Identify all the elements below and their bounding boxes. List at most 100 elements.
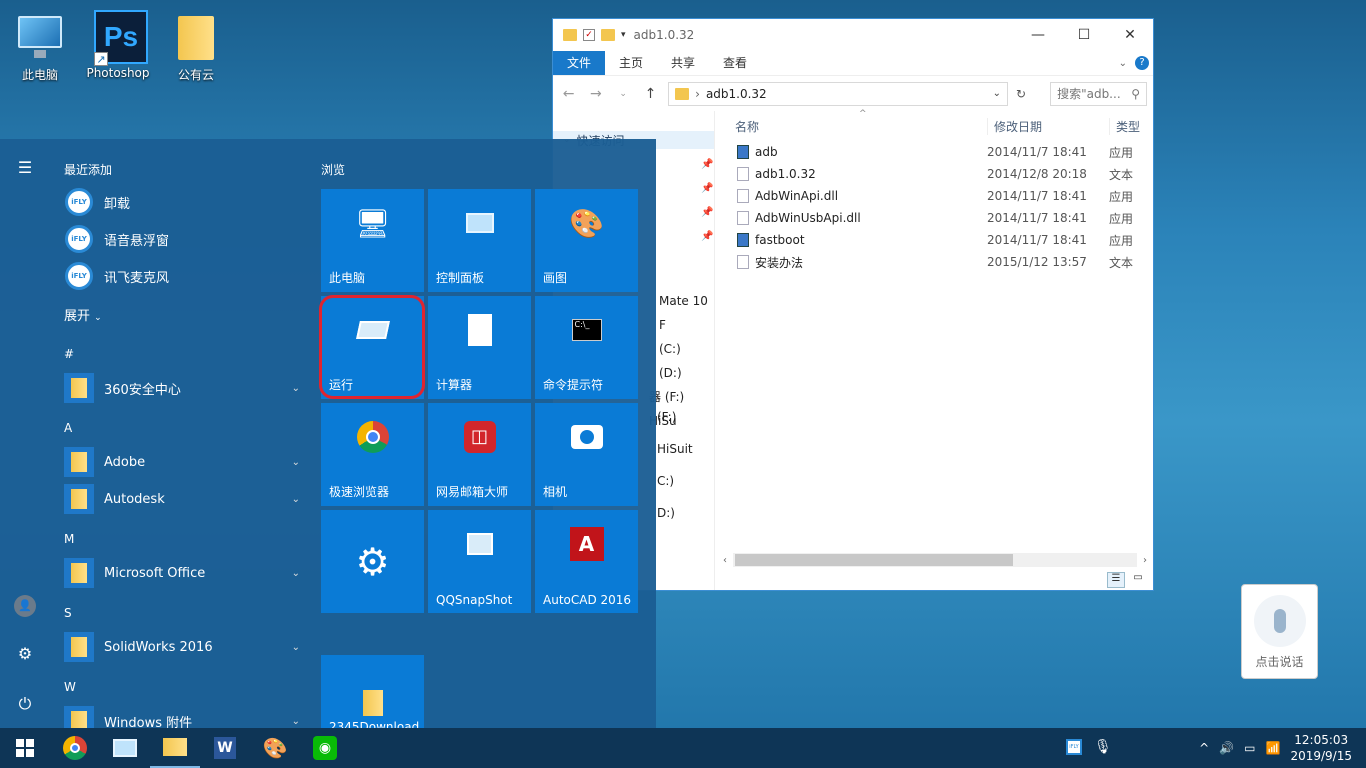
search-input[interactable]: 搜索"adb... ⚲	[1050, 81, 1147, 106]
minimize-button[interactable]: —	[1015, 19, 1061, 51]
nav-item-mate10[interactable]: Mate 10 F	[659, 289, 714, 337]
taskbar-remote-desktop[interactable]	[100, 728, 150, 768]
file-row[interactable]: adb1.0.32 2014/12/8 20:18 文本	[717, 163, 1153, 185]
close-button[interactable]: ✕	[1107, 19, 1153, 51]
folder-icon	[163, 738, 187, 756]
file-row[interactable]: AdbWinApi.dll 2014/11/7 18:41 应用	[717, 185, 1153, 207]
app-item-autodesk[interactable]: Autodesk ⌄	[64, 483, 300, 515]
tab-file[interactable]: 文件	[553, 51, 606, 75]
group-letter[interactable]: #	[64, 347, 74, 361]
start-button[interactable]	[0, 728, 50, 768]
expand-button[interactable]: 展开 ⌄	[64, 305, 102, 324]
battery-icon[interactable]: ▭	[1244, 741, 1255, 755]
tile-autocad[interactable]: A AutoCAD 2016	[535, 510, 638, 613]
app-item-voice-float[interactable]: iFLY 语音悬浮窗	[64, 223, 300, 255]
sort-up-icon: ^	[859, 109, 867, 119]
voice-input-widget[interactable]: 点击说话	[1241, 584, 1318, 679]
app-item-ifly-mic[interactable]: iFLY 讯飞麦克风	[64, 260, 300, 292]
app-item-windows-accessories[interactable]: Windows 附件 ⌄	[64, 705, 300, 728]
tile-command-prompt[interactable]: C:\_ 命令提示符	[535, 296, 638, 399]
group-letter[interactable]: W	[64, 680, 76, 694]
taskbar-file-explorer[interactable]	[150, 728, 200, 768]
nav-item-drive-f-2[interactable]: (F:) HiSuit	[657, 401, 714, 465]
tile-fast-browser[interactable]: 极速浏览器	[321, 403, 424, 506]
expand-ribbon-icon[interactable]: ⌄	[1119, 58, 1127, 69]
chevron-up-icon[interactable]: ^	[1199, 741, 1209, 755]
tile-this-pc[interactable]: 🖥 此电脑	[321, 189, 424, 292]
taskbar-paint[interactable]: 🎨	[250, 728, 300, 768]
tile-2345download[interactable]: 2345Download	[321, 655, 424, 728]
up-arrow-icon[interactable]: ↑	[641, 86, 660, 102]
file-row[interactable]: 安装办法 2015/1/12 13:57 文本	[717, 251, 1153, 273]
help-icon[interactable]: ?	[1135, 56, 1149, 70]
tile-calculator[interactable]: 计算器	[428, 296, 531, 399]
file-row[interactable]: AdbWinUsbApi.dll 2014/11/7 18:41 应用	[717, 207, 1153, 229]
title-bar[interactable]: ✓ ▾ adb1.0.32 — ☐ ✕	[553, 19, 1153, 51]
large-icons-view-icon[interactable]: ▭	[1129, 572, 1147, 588]
tile-settings[interactable]: ⚙	[321, 510, 424, 613]
address-dropdown-icon[interactable]: ⌄	[993, 88, 1001, 99]
ime-indicator[interactable]: iFLY	[1066, 739, 1082, 755]
nav-item-drive-c-2[interactable]: C:)	[657, 465, 714, 497]
column-name[interactable]: 名称	[717, 118, 987, 135]
user-avatar[interactable]: 👤	[14, 593, 36, 617]
file-row[interactable]: fastboot 2014/11/7 18:41 应用	[717, 229, 1153, 251]
maximize-button[interactable]: ☐	[1061, 19, 1107, 51]
refresh-icon[interactable]: ↻	[1016, 87, 1026, 101]
details-view-icon[interactable]: ☰	[1107, 572, 1125, 588]
quick-access-dropdown-icon[interactable]: ▾	[621, 30, 626, 40]
file-row[interactable]: adb 2014/11/7 18:41 应用	[717, 141, 1153, 163]
group-letter[interactable]: M	[64, 532, 74, 546]
app-item-solidworks[interactable]: SolidWorks 2016 ⌄	[64, 631, 300, 663]
settings-gear-icon[interactable]: ⚙	[14, 643, 36, 665]
app-label: 卸载	[104, 196, 131, 212]
tile-netease-mail[interactable]: ◫ 网易邮箱大师	[428, 403, 531, 506]
tab-share[interactable]: 共享	[657, 51, 709, 75]
tab-view[interactable]: 查看	[709, 51, 761, 75]
taskbar-chrome[interactable]	[50, 728, 100, 768]
volume-icon[interactable]: 🔊	[1219, 741, 1234, 755]
file-date: 2015/1/12 13:57	[987, 255, 1087, 269]
nav-item-drive-c[interactable]: (C:)	[659, 337, 714, 361]
desktop-icon-this-pc[interactable]: 此电脑	[4, 10, 76, 83]
tile-camera[interactable]: 相机	[535, 403, 638, 506]
scroll-thumb[interactable]	[735, 554, 1013, 566]
app-item-adobe[interactable]: Adobe ⌄	[64, 446, 300, 478]
hamburger-menu-icon[interactable]: ☰	[14, 157, 36, 179]
app-item-ms-office[interactable]: Microsoft Office ⌄	[64, 557, 300, 589]
dll-file-icon	[737, 211, 749, 225]
app-item-uninstall[interactable]: iFLY 卸载	[64, 186, 300, 218]
nav-item-drive-d-2[interactable]: D:)	[657, 497, 714, 529]
column-date[interactable]: 修改日期	[987, 117, 1109, 135]
group-letter[interactable]: A	[64, 421, 72, 435]
power-icon[interactable]: ⏻	[14, 693, 36, 715]
column-type[interactable]: 类型	[1109, 117, 1140, 135]
new-folder-icon[interactable]	[601, 29, 615, 41]
desktop-icon-public-cloud[interactable]: 公有云	[160, 10, 232, 83]
forward-arrow-icon[interactable]: →	[586, 86, 605, 102]
scroll-right-icon[interactable]: ›	[1143, 555, 1153, 566]
app-label: 360安全中心	[104, 382, 181, 398]
nav-item-drive-d[interactable]: (D:)	[659, 361, 714, 385]
microphone-icon[interactable]: 🎙	[1094, 739, 1112, 755]
scroll-left-icon[interactable]: ‹	[717, 555, 727, 566]
clock[interactable]: 12:05:03 2019/9/15	[1290, 732, 1352, 764]
tile-paint[interactable]: 🎨 画图	[535, 189, 638, 292]
app-item-360[interactable]: 360安全中心 ⌄	[64, 372, 300, 404]
properties-icon[interactable]: ✓	[583, 29, 595, 41]
tab-home[interactable]: 主页	[605, 51, 657, 75]
taskbar-wechat[interactable]: ◉	[300, 728, 350, 768]
control-panel-icon	[462, 205, 498, 241]
taskbar-word[interactable]: W	[200, 728, 250, 768]
tile-control-panel[interactable]: 控制面板	[428, 189, 531, 292]
desktop-icon-photoshop[interactable]: Ps ↗ Photoshop	[82, 10, 154, 80]
group-letter[interactable]: S	[64, 606, 72, 620]
search-icon: ⚲	[1131, 86, 1140, 101]
recent-locations-icon[interactable]: ⌄	[614, 89, 633, 99]
wifi-icon[interactable]: 📶	[1266, 741, 1281, 755]
horizontal-scrollbar[interactable]: ‹ ›	[717, 552, 1153, 568]
wechat-icon: ◉	[313, 736, 337, 760]
tile-qqsnapshot[interactable]: QQSnapShot	[428, 510, 531, 613]
address-input[interactable]: › adb1.0.32 ⌄	[668, 81, 1009, 106]
back-arrow-icon[interactable]: ←	[559, 86, 578, 102]
